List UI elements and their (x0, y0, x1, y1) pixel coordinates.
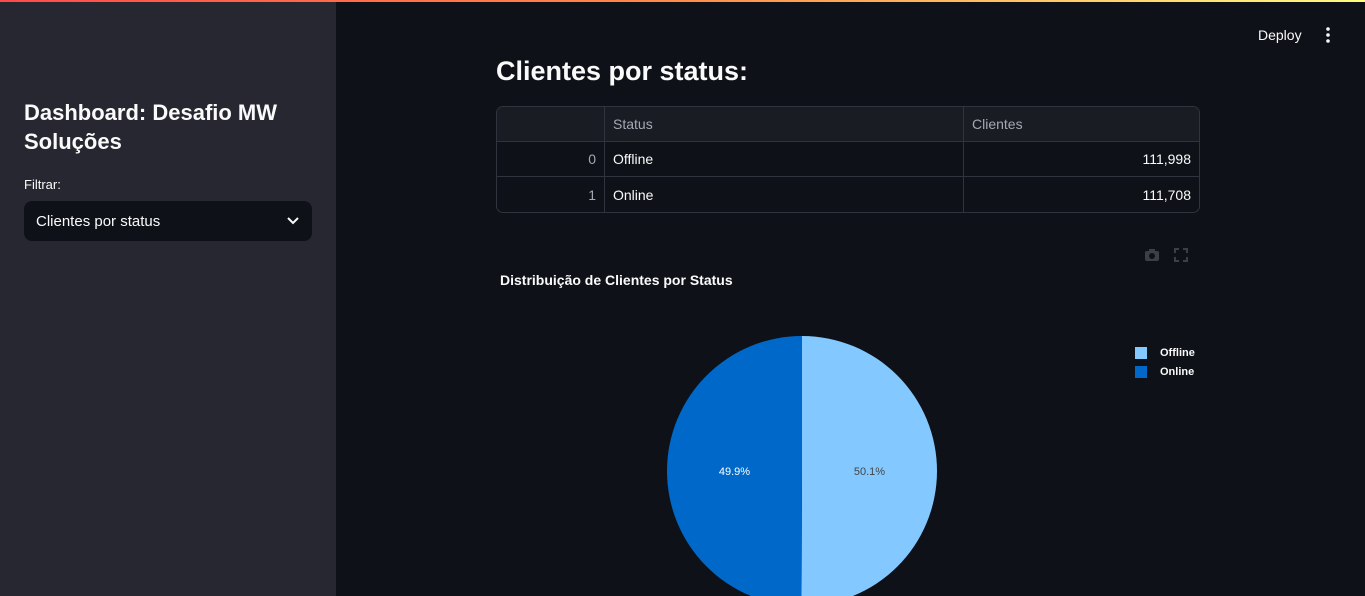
legend-swatch-offline (1135, 346, 1147, 359)
sidebar-title: Dashboard: Desafio MW Soluções (24, 100, 278, 154)
sidebar: Dashboard: Desafio MW Soluções Filtrar: … (0, 0, 336, 596)
chevron-down-icon (286, 214, 300, 228)
legend-label-offline: Offline (1160, 346, 1195, 359)
legend-item-offline[interactable]: Offline (1135, 343, 1195, 362)
filter-select[interactable]: Clientes por status (24, 201, 312, 241)
main-content: Deploy Clientes por status: Status Clien… (336, 0, 1365, 596)
chart-legend: Offline Online (1135, 343, 1195, 381)
pie-label-offline: 50.1% (854, 466, 885, 478)
filter-select-value: Clientes por status (36, 212, 161, 230)
legend-item-online[interactable]: Online (1135, 362, 1195, 381)
legend-label-online: Online (1160, 365, 1195, 378)
legend-swatch-online (1135, 365, 1147, 378)
pie-chart: 50.1% 49.9% (666, 336, 937, 596)
filter-label: Filtrar: (24, 177, 61, 192)
pie-label-online: 49.9% (719, 466, 750, 478)
top-decoration-bar (0, 0, 1365, 2)
